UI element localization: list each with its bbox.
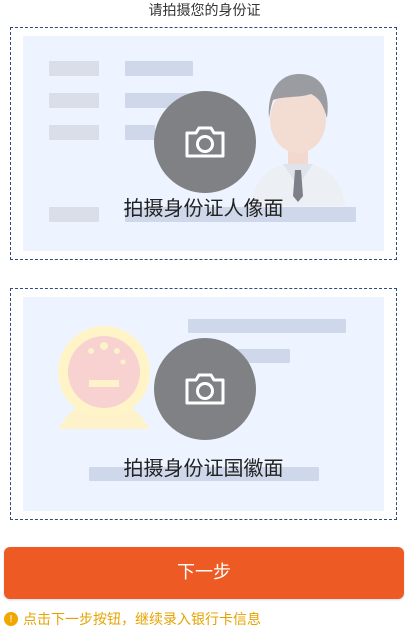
front-camera-button[interactable] (154, 91, 256, 193)
back-card-label: 拍摄身份证国徽面 (123, 456, 284, 480)
id-back-upload-card[interactable]: 拍摄身份证国徽面 (10, 288, 397, 520)
id-front-upload-card[interactable]: 拍摄身份证人像面 (10, 27, 397, 260)
page-instruction: 请拍摄您的身份证 (148, 3, 261, 19)
placeholder-bar (49, 125, 99, 140)
hint-message: ! 点击下一步按钮，继续录入银行卡信息 (4, 609, 261, 629)
placeholder-bar (125, 125, 155, 140)
info-icon: ! (4, 612, 18, 626)
hint-text: 点击下一步按钮，继续录入银行卡信息 (23, 612, 261, 628)
placeholder-bar (49, 61, 99, 76)
national-emblem-icon (58, 326, 150, 429)
back-camera-button[interactable] (154, 338, 256, 440)
next-step-button[interactable]: 下一步 (4, 547, 404, 599)
placeholder-bar (188, 319, 346, 333)
placeholder-bar (49, 93, 99, 108)
placeholder-bar (125, 61, 193, 76)
camera-icon (185, 373, 225, 405)
front-card-label: 拍摄身份证人像面 (123, 196, 284, 220)
camera-icon (185, 126, 225, 158)
